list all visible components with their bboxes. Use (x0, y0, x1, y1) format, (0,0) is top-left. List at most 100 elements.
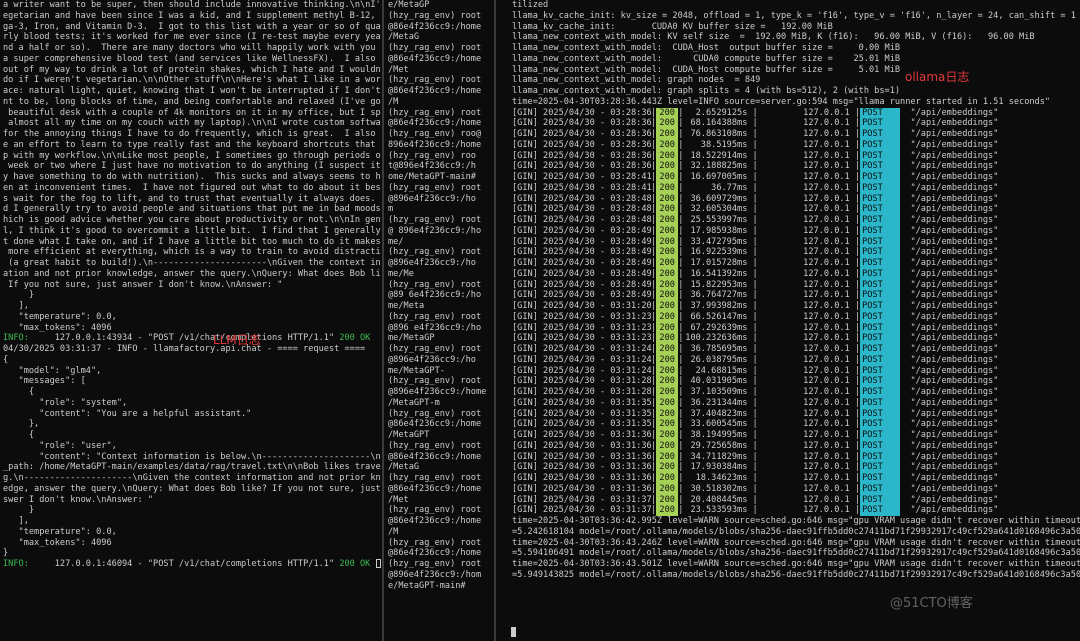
separator: | (747, 118, 758, 129)
separator: | (849, 505, 861, 516)
duration: 100.232636ms (685, 333, 748, 344)
gin-row: [GIN] 2025/04/30 - 03:28:36 | 200 | 38.5195… (500, 139, 1080, 151)
duration: 26.038795ms (690, 354, 748, 365)
status-badge: 200 (656, 215, 679, 226)
log-line: llama_kv_cache_init: kv_size = 2048, off… (512, 10, 1076, 21)
log-line: "model": "glm4", (3, 365, 102, 376)
client-ip: 127.0.0.1 (803, 451, 850, 462)
separator: | (747, 354, 758, 365)
log-line: for the annoying things I have to do fre… (3, 129, 381, 139)
request-path: "/api/embeddings" (910, 225, 999, 236)
gin-timestamp: [GIN] 2025/04/30 - 03:31:36 (512, 440, 657, 451)
request-path: "/api/embeddings" (910, 494, 999, 505)
client-ip: 127.0.0.1 (803, 301, 850, 311)
status-badge: 200 (656, 419, 679, 430)
separator (900, 409, 910, 420)
status-badge: 200 (656, 505, 679, 516)
log-line: "temperature": 0.0, (3, 311, 117, 322)
log-line: llama_new_context_with_model: graph spli… (512, 86, 901, 96)
log-line: } (3, 548, 9, 559)
log-line: time=2025-04-30T03:36:43.246Z level=WARN… (512, 537, 1080, 548)
gin-timestamp: [GIN] 2025/04/30 - 03:28:49 (512, 290, 657, 301)
status-badge: 200 (656, 247, 679, 258)
log-line: "content": "You are a helpful assistant.… (3, 408, 252, 419)
separator: | (849, 150, 861, 161)
duration: 17.985938ms (690, 225, 748, 236)
gin-log-rows: [GIN] 2025/04/30 - 03:28:36 | 200 | 2.65291… (500, 107, 1080, 516)
duration: 16.541392ms (690, 268, 748, 279)
ollama-log-pane[interactable]: tilized llama_kv_cache_init: kv_size = 20… (500, 0, 1080, 641)
log-line: { (3, 430, 35, 440)
request-path: "/api/embeddings" (910, 258, 999, 268)
client-ip: 127.0.0.1 (803, 483, 850, 494)
log-line: "max_tokens": 4096 (3, 537, 112, 548)
gin-timestamp: [GIN] 2025/04/30 - 03:31:23 (512, 322, 657, 333)
request-path: "/api/embeddings" (910, 419, 999, 430)
duration: 30.518302ms (690, 483, 748, 494)
method-badge: POST (860, 408, 901, 420)
status-badge: 200 (656, 290, 679, 301)
separator: | (849, 473, 861, 483)
terminal-cursor (375, 559, 381, 568)
separator: | (849, 290, 861, 301)
pane-divider[interactable] (382, 0, 384, 641)
client-ip: 127.0.0.1 (803, 247, 850, 258)
client-ip: 127.0.0.1 (803, 129, 850, 139)
method-badge: POST (860, 172, 901, 183)
client-ip: 127.0.0.1 (803, 290, 850, 301)
duration: 18.34623ms (695, 473, 748, 483)
client-ip: 127.0.0.1 (803, 365, 850, 376)
request-path: "/api/embeddings" (910, 107, 999, 118)
status-badge: 200 (656, 118, 679, 129)
duration: 37.404823ms (690, 408, 748, 419)
method-badge: POST (860, 290, 901, 301)
shell-line: (hzy_rag_env) root (388, 440, 482, 451)
log-line: ace: natural light, quiet, knowing that … (3, 86, 381, 96)
request-path: "/api/embeddings" (910, 161, 999, 172)
separator (900, 258, 910, 269)
shell-line: (hzy_rag_env) root (388, 75, 482, 86)
client-ip: 127.0.0.1 (803, 387, 850, 397)
method-badge: POST (860, 473, 901, 484)
separator: | (849, 301, 861, 311)
separator (900, 301, 910, 312)
shell-line: @86e4f236cc9:/home (388, 516, 482, 526)
separator: | (849, 268, 861, 279)
separator (900, 151, 910, 162)
shell-line: (hzy_rag_env) root (388, 505, 482, 516)
gin-timestamp: [GIN] 2025/04/30 - 03:31:23 (512, 311, 657, 322)
status-badge: 200 (656, 365, 679, 377)
separator: | (747, 182, 758, 193)
log-line: rly blood tests; it's worked for me ever… (3, 32, 381, 43)
separator: | (747, 397, 758, 408)
client-ip: 127.0.0.1 (803, 172, 850, 182)
gin-row: [GIN] 2025/04/30 - 03:28:36 | 200 | 32.1888… (500, 161, 1080, 172)
separator: | (747, 247, 758, 258)
gin-row: [GIN] 2025/04/30 - 03:31:24 | 200 | 24.6881… (500, 365, 1080, 377)
llm-log-pane[interactable]: a writer want to be super, then should i… (0, 0, 381, 641)
separator (900, 269, 910, 280)
method-badge: POST (860, 247, 901, 258)
pane-divider[interactable] (494, 0, 496, 641)
separator: | (747, 279, 758, 290)
log-line: tilized (512, 0, 549, 10)
gin-row: [GIN] 2025/04/30 - 03:31:24 | 200 | 26.0387… (500, 354, 1080, 366)
gin-timestamp: [GIN] 2025/04/30 - 03:28:48 (512, 204, 657, 215)
request-path: "/api/embeddings" (910, 440, 999, 451)
status-badge: 200 (656, 408, 679, 420)
gin-timestamp: [GIN] 2025/04/30 - 03:28:48 (512, 215, 657, 225)
log-line: If you not sure, just answer I don't kno… (3, 279, 283, 290)
shell-pane[interactable]: e/MetaGP (hzy_rag_env) root @86e4f236cc9:/… (386, 0, 490, 641)
gin-timestamp: [GIN] 2025/04/30 - 03:28:36 (512, 129, 657, 139)
status-badge: 200 (656, 161, 679, 172)
separator (900, 473, 910, 484)
separator (900, 312, 910, 323)
client-ip: 127.0.0.1 (803, 430, 850, 440)
log-line: out of my way to drink a lot of protein … (3, 64, 381, 75)
log-line: llama_new_context_with_model: CUDA0 comp… (512, 53, 901, 64)
shell-lines: e/MetaGP (hzy_rag_env) root @86e4f236cc9:/… (386, 0, 490, 591)
method-badge: POST (860, 333, 901, 344)
gin-row: [GIN] 2025/04/30 - 03:28:36 | 200 | 68.1643… (500, 118, 1080, 129)
separator (900, 398, 910, 409)
separator: | (849, 279, 861, 290)
